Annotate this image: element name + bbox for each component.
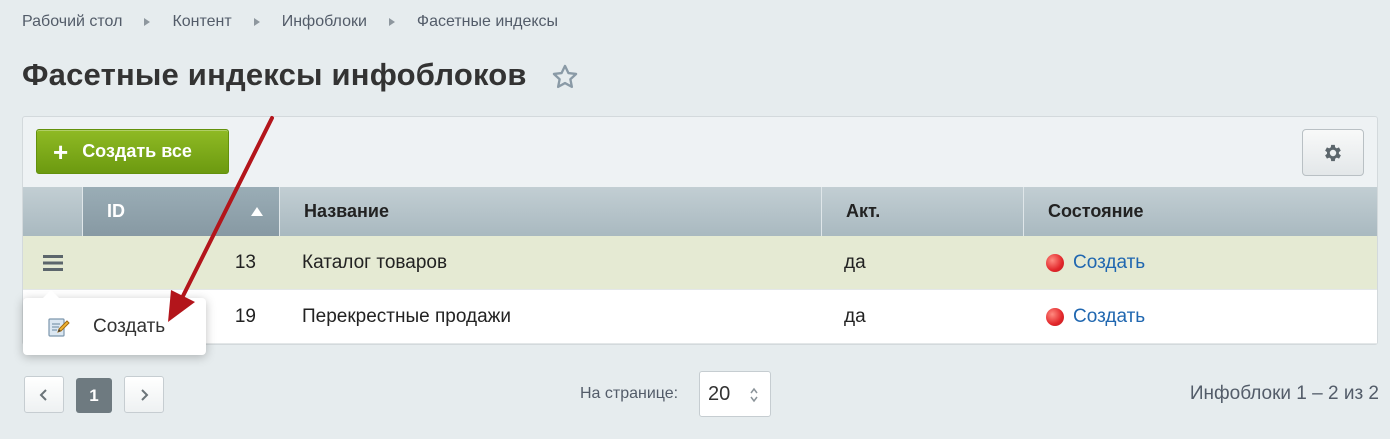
breadcrumb-separator-icon [144, 18, 151, 26]
row-active: да [844, 305, 866, 327]
breadcrumb-infoblocks[interactable]: Инфоблоки [282, 13, 367, 31]
row-menu-button[interactable] [23, 236, 83, 289]
column-header-name[interactable]: Название [280, 187, 822, 236]
current-page[interactable]: 1 [76, 378, 112, 413]
hamburger-menu-icon [43, 254, 63, 271]
title-row: Фасетные индексы инфоблоков [22, 55, 579, 95]
gear-icon [1325, 144, 1341, 161]
row-id: 13 [234, 251, 256, 273]
status-red-dot-icon [1046, 307, 1064, 326]
table-row[interactable]: 13 Каталог товаров да Создать [23, 236, 1377, 290]
row-name: Перекрестные продажи [302, 305, 511, 327]
table-row[interactable]: 19 Перекрестные продажи да Создать [23, 290, 1377, 344]
column-header-state-label: Состояние [1048, 201, 1144, 221]
context-menu-item-create[interactable]: Создать [47, 315, 165, 339]
row-state-create-link[interactable]: Создать [1073, 306, 1145, 328]
row-state: Создать [1024, 236, 1377, 289]
breadcrumb: Рабочий стол Контент Инфоблоки Фасетные … [22, 12, 558, 32]
create-all-button[interactable]: + Создать все [36, 129, 229, 174]
column-header-active-label: Акт. [846, 201, 881, 221]
column-header-name-label: Название [304, 201, 389, 221]
next-page-button[interactable] [124, 376, 164, 413]
breadcrumb-desktop[interactable]: Рабочий стол [22, 13, 122, 31]
column-header-id-label: ID [107, 201, 125, 221]
row-state: Создать [1024, 290, 1377, 343]
row-name: Каталог товаров [302, 251, 448, 273]
context-menu-item-label: Создать [93, 315, 166, 337]
breadcrumb-facet-indexes[interactable]: Фасетные индексы [417, 13, 558, 31]
total-count: Инфоблоки 1 – 2 из 2 [1189, 383, 1379, 404]
column-header-state[interactable]: Состояние [1024, 187, 1377, 236]
chevron-left-icon [39, 388, 47, 401]
row-state-create-link[interactable]: Создать [1073, 252, 1145, 274]
sort-asc-icon [251, 207, 263, 216]
create-all-label: Создать все [82, 141, 192, 161]
row-active: да [844, 251, 866, 273]
prev-page-button[interactable] [24, 376, 64, 413]
breadcrumb-content[interactable]: Контент [172, 13, 231, 31]
breadcrumb-separator-icon [388, 18, 395, 26]
row-context-menu: Создать [23, 290, 206, 355]
per-page-select[interactable]: 20 [699, 371, 771, 417]
context-menu-notch [43, 290, 59, 298]
edit-pencil-icon [48, 317, 70, 337]
status-red-dot-icon [1046, 253, 1064, 272]
star-outline-icon[interactable] [551, 63, 579, 91]
column-header-id[interactable]: ID [83, 187, 280, 236]
column-header-active[interactable]: Акт. [822, 187, 1024, 236]
settings-button[interactable] [1302, 129, 1364, 176]
infoblock-grid: ID Название Акт. Состояние 13 Каталог то… [23, 187, 1377, 344]
per-page-value: 20 [708, 382, 731, 405]
per-page-label: На странице: [580, 385, 679, 402]
header-menu-cell [23, 187, 83, 236]
up-down-arrows-icon [750, 387, 758, 403]
page-title: Фасетные индексы инфоблоков [22, 57, 527, 92]
toolbar: + Создать все [23, 117, 1377, 187]
grid-header: ID Название Акт. Состояние [23, 187, 1377, 236]
plus-icon: + [53, 136, 69, 167]
breadcrumb-separator-icon [253, 18, 260, 26]
grid-panel: + Создать все ID Название Акт. Состояние [22, 116, 1378, 345]
chevron-right-icon [141, 388, 149, 401]
